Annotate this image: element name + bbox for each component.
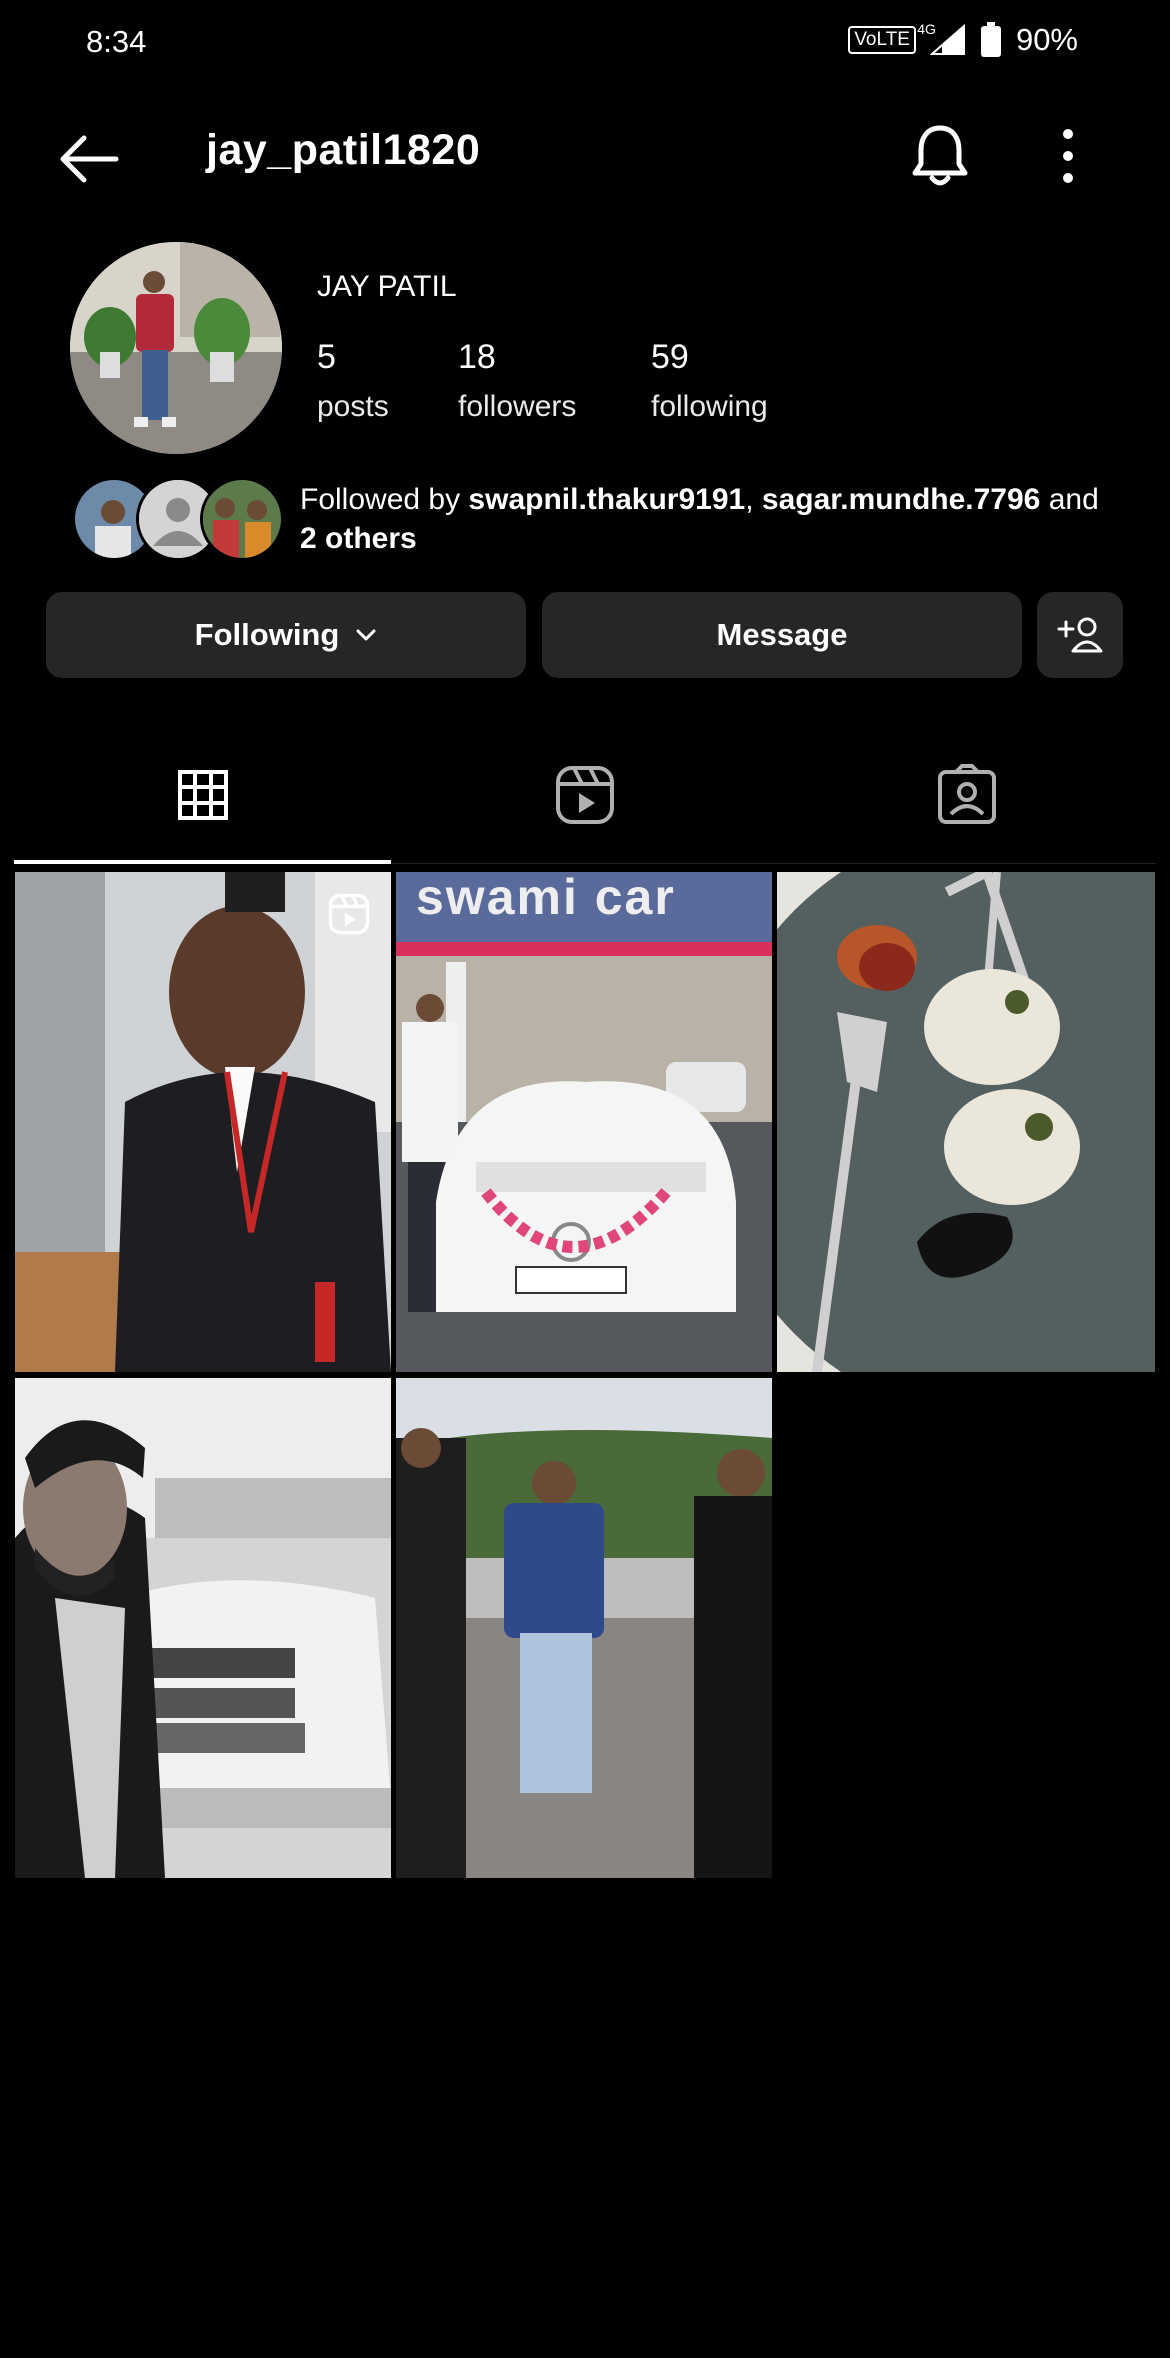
post-thumbnail[interactable] bbox=[777, 872, 1155, 1372]
following-count[interactable]: 59 bbox=[651, 338, 689, 377]
post-thumbnail[interactable] bbox=[15, 1378, 391, 1878]
profile-full-name: JAY PATIL bbox=[317, 270, 457, 303]
suggest-people-button[interactable] bbox=[1037, 592, 1123, 678]
mutual-username-1[interactable]: swapnil.thakur9191 bbox=[468, 483, 745, 516]
profile-avatar[interactable] bbox=[70, 242, 282, 454]
notification-bell-icon[interactable] bbox=[908, 120, 972, 190]
post-photo bbox=[15, 872, 391, 1372]
following-button-label: Following bbox=[194, 617, 340, 652]
following-button[interactable]: Following bbox=[46, 592, 526, 678]
posts-count: 5 bbox=[317, 338, 336, 376]
followers-count[interactable]: 18 bbox=[458, 338, 496, 377]
status-time: 8:34 bbox=[86, 24, 147, 59]
battery-icon bbox=[980, 22, 1001, 57]
tagged-tab-icon[interactable] bbox=[932, 760, 1002, 830]
posts-label: posts bbox=[317, 390, 389, 423]
add-person-icon bbox=[1057, 617, 1103, 653]
following-label[interactable]: following bbox=[651, 390, 768, 424]
volte-indicator: VoLTE 4G bbox=[848, 21, 936, 54]
followers-label[interactable]: followers bbox=[458, 390, 576, 424]
followed-by-prefix: Followed by bbox=[300, 483, 469, 516]
active-tab-indicator bbox=[14, 860, 391, 864]
mutual-avatar-3 bbox=[200, 477, 284, 561]
photo-sign-text: swami car bbox=[416, 872, 676, 925]
network-type-label: 4G bbox=[917, 21, 936, 37]
status-icons: VoLTE 4G 90% bbox=[848, 21, 1078, 58]
post-thumbnail[interactable] bbox=[15, 872, 391, 1372]
reel-indicator-icon bbox=[328, 893, 370, 935]
mutual-followers-avatars[interactable] bbox=[72, 477, 284, 561]
more-options-icon[interactable] bbox=[1048, 124, 1088, 188]
post-thumbnail[interactable]: swami car bbox=[396, 872, 772, 1372]
followed-by-separator: , bbox=[745, 483, 762, 516]
post-thumbnail[interactable] bbox=[396, 1378, 772, 1878]
mutual-others-count[interactable]: 2 others bbox=[300, 522, 417, 555]
post-photo bbox=[396, 1378, 772, 1878]
profile-username: jay_patil1820 bbox=[206, 126, 481, 174]
message-button[interactable]: Message bbox=[542, 592, 1022, 678]
post-photo bbox=[396, 872, 772, 1372]
message-button-label: Message bbox=[716, 617, 848, 652]
volte-label: VoLTE bbox=[854, 29, 910, 50]
grid-tab-icon[interactable] bbox=[168, 760, 238, 830]
post-photo bbox=[15, 1378, 391, 1878]
followed-by-text[interactable]: Followed by swapnil.thakur9191, sagar.mu… bbox=[300, 480, 1120, 558]
chevron-down-icon bbox=[356, 629, 376, 641]
avatar-photo bbox=[70, 242, 282, 454]
reels-tab-icon[interactable] bbox=[550, 760, 620, 830]
post-photo bbox=[777, 872, 1155, 1372]
mutual-username-2[interactable]: sagar.mundhe.7796 bbox=[762, 483, 1040, 516]
battery-percent: 90% bbox=[1015, 22, 1078, 57]
followed-by-conjunction: and bbox=[1040, 483, 1099, 516]
back-arrow-icon[interactable] bbox=[54, 124, 124, 194]
